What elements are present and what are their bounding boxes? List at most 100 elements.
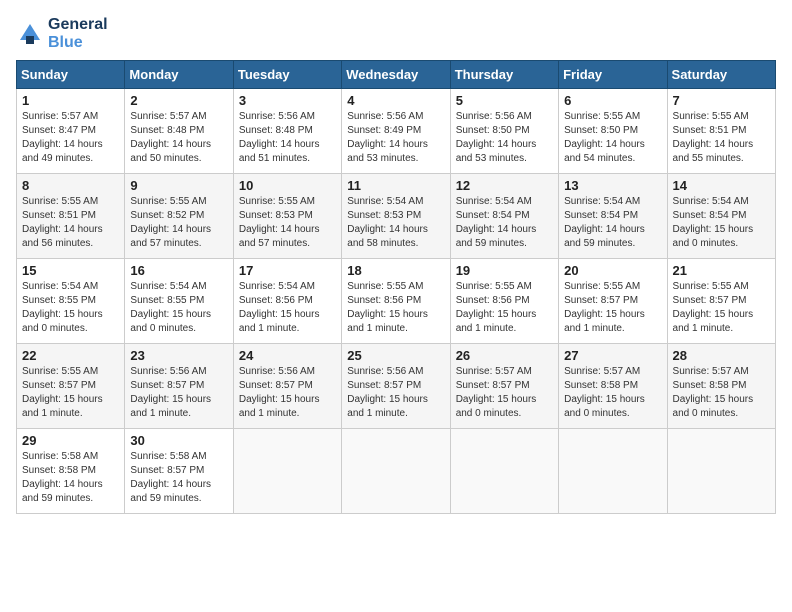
calendar-cell bbox=[450, 429, 558, 514]
day-info: Sunrise: 5:56 AM Sunset: 8:57 PM Dayligh… bbox=[130, 365, 227, 421]
day-info: Sunrise: 5:55 AM Sunset: 8:57 PM Dayligh… bbox=[22, 365, 119, 421]
day-number: 12 bbox=[456, 178, 553, 193]
week-row-1: 1 Sunrise: 5:57 AM Sunset: 8:47 PM Daylig… bbox=[17, 89, 776, 174]
day-number: 29 bbox=[22, 433, 119, 448]
day-info: Sunrise: 5:54 AM Sunset: 8:54 PM Dayligh… bbox=[456, 195, 553, 251]
day-info: Sunrise: 5:55 AM Sunset: 8:52 PM Dayligh… bbox=[130, 195, 227, 251]
day-number: 8 bbox=[22, 178, 119, 193]
day-number: 30 bbox=[130, 433, 227, 448]
day-info: Sunrise: 5:55 AM Sunset: 8:51 PM Dayligh… bbox=[673, 110, 770, 166]
calendar-cell bbox=[342, 429, 450, 514]
calendar-cell: 12 Sunrise: 5:54 AM Sunset: 8:54 PM Dayli… bbox=[450, 174, 558, 259]
calendar-cell: 18Sunrise: 5:55 AM Sunset: 8:56 PM Dayli… bbox=[342, 259, 450, 344]
calendar-cell: 21 Sunrise: 5:55 AM Sunset: 8:57 PM Dayli… bbox=[667, 259, 775, 344]
day-number: 21 bbox=[673, 263, 770, 278]
day-info: Sunrise: 5:55 AM Sunset: 8:50 PM Dayligh… bbox=[564, 110, 661, 166]
day-info: Sunrise: 5:56 AM Sunset: 8:48 PM Dayligh… bbox=[239, 110, 336, 166]
calendar-table: SundayMondayTuesdayWednesdayThursdayFrid… bbox=[16, 60, 776, 514]
day-number: 7 bbox=[673, 93, 770, 108]
day-number: 5 bbox=[456, 93, 553, 108]
calendar-cell: 27 Sunrise: 5:57 AM Sunset: 8:58 PM Dayli… bbox=[559, 344, 667, 429]
day-info: Sunrise: 5:57 AM Sunset: 8:58 PM Dayligh… bbox=[564, 365, 661, 421]
column-header-tuesday: Tuesday bbox=[233, 61, 341, 89]
calendar-cell: 8 Sunrise: 5:55 AM Sunset: 8:51 PM Daylig… bbox=[17, 174, 125, 259]
week-row-3: 15 Sunrise: 5:54 AM Sunset: 8:55 PM Dayli… bbox=[17, 259, 776, 344]
day-number: 10 bbox=[239, 178, 336, 193]
calendar-cell: 22 Sunrise: 5:55 AM Sunset: 8:57 PM Dayli… bbox=[17, 344, 125, 429]
logo-icon bbox=[16, 20, 44, 48]
day-number: 11 bbox=[347, 178, 444, 193]
calendar-cell: 28 Sunrise: 5:57 AM Sunset: 8:58 PM Dayli… bbox=[667, 344, 775, 429]
calendar-cell: 11 Sunrise: 5:54 AM Sunset: 8:53 PM Dayli… bbox=[342, 174, 450, 259]
day-number: 23 bbox=[130, 348, 227, 363]
day-number: 15 bbox=[22, 263, 119, 278]
day-info: Sunrise: 5:55 AM Sunset: 8:56 PM Dayligh… bbox=[456, 280, 553, 336]
day-number: 24 bbox=[239, 348, 336, 363]
day-number: 9 bbox=[130, 178, 227, 193]
calendar-cell: 26 Sunrise: 5:57 AM Sunset: 8:57 PM Dayli… bbox=[450, 344, 558, 429]
week-row-5: 29 Sunrise: 5:58 AM Sunset: 8:58 PM Dayli… bbox=[17, 429, 776, 514]
day-number: 4 bbox=[347, 93, 444, 108]
day-number: 2 bbox=[130, 93, 227, 108]
day-number: 20 bbox=[564, 263, 661, 278]
day-info: Sunrise: 5:55 AM Sunset: 8:57 PM Dayligh… bbox=[673, 280, 770, 336]
calendar-cell: 10 Sunrise: 5:55 AM Sunset: 8:53 PM Dayli… bbox=[233, 174, 341, 259]
calendar-cell: 6 Sunrise: 5:55 AM Sunset: 8:50 PM Daylig… bbox=[559, 89, 667, 174]
day-info: Sunrise: 5:55 AM Sunset: 8:51 PM Dayligh… bbox=[22, 195, 119, 251]
calendar-cell: 3 Sunrise: 5:56 AM Sunset: 8:48 PM Daylig… bbox=[233, 89, 341, 174]
calendar-cell: 16 Sunrise: 5:54 AM Sunset: 8:55 PM Dayli… bbox=[125, 259, 233, 344]
day-number: 3 bbox=[239, 93, 336, 108]
day-number: 27 bbox=[564, 348, 661, 363]
day-info: Sunrise: 5:56 AM Sunset: 8:49 PM Dayligh… bbox=[347, 110, 444, 166]
day-info: Sunrise: 5:54 AM Sunset: 8:55 PM Dayligh… bbox=[130, 280, 227, 336]
day-info: Sunrise: 5:58 AM Sunset: 8:58 PM Dayligh… bbox=[22, 450, 119, 506]
calendar-cell: 15 Sunrise: 5:54 AM Sunset: 8:55 PM Dayli… bbox=[17, 259, 125, 344]
calendar-cell: 1 Sunrise: 5:57 AM Sunset: 8:47 PM Daylig… bbox=[17, 89, 125, 174]
day-info: Sunrise: 5:54 AM Sunset: 8:54 PM Dayligh… bbox=[564, 195, 661, 251]
day-number: 16 bbox=[130, 263, 227, 278]
day-info: Sunrise: 5:55 AM Sunset: 8:57 PM Dayligh… bbox=[564, 280, 661, 336]
day-number: 28 bbox=[673, 348, 770, 363]
logo-text: General Blue bbox=[48, 16, 108, 52]
day-info: Sunrise: 5:57 AM Sunset: 8:47 PM Dayligh… bbox=[22, 110, 119, 166]
week-row-4: 22 Sunrise: 5:55 AM Sunset: 8:57 PM Dayli… bbox=[17, 344, 776, 429]
day-info: Sunrise: 5:57 AM Sunset: 8:48 PM Dayligh… bbox=[130, 110, 227, 166]
day-info: Sunrise: 5:57 AM Sunset: 8:57 PM Dayligh… bbox=[456, 365, 553, 421]
calendar-cell: 17Sunrise: 5:54 AM Sunset: 8:56 PM Dayli… bbox=[233, 259, 341, 344]
logo: General Blue bbox=[16, 16, 108, 52]
calendar-cell: 19Sunrise: 5:55 AM Sunset: 8:56 PM Dayli… bbox=[450, 259, 558, 344]
calendar-cell bbox=[233, 429, 341, 514]
calendar-cell: 29 Sunrise: 5:58 AM Sunset: 8:58 PM Dayli… bbox=[17, 429, 125, 514]
day-number: 26 bbox=[456, 348, 553, 363]
day-number: 6 bbox=[564, 93, 661, 108]
calendar-cell bbox=[559, 429, 667, 514]
day-number: 17 bbox=[239, 263, 336, 278]
week-row-2: 8 Sunrise: 5:55 AM Sunset: 8:51 PM Daylig… bbox=[17, 174, 776, 259]
calendar-cell: 2 Sunrise: 5:57 AM Sunset: 8:48 PM Daylig… bbox=[125, 89, 233, 174]
column-header-monday: Monday bbox=[125, 61, 233, 89]
page-header: General Blue bbox=[16, 16, 776, 52]
calendar-cell: 9 Sunrise: 5:55 AM Sunset: 8:52 PM Daylig… bbox=[125, 174, 233, 259]
day-info: Sunrise: 5:54 AM Sunset: 8:53 PM Dayligh… bbox=[347, 195, 444, 251]
day-number: 13 bbox=[564, 178, 661, 193]
column-header-thursday: Thursday bbox=[450, 61, 558, 89]
calendar-cell: 24 Sunrise: 5:56 AM Sunset: 8:57 PM Dayli… bbox=[233, 344, 341, 429]
calendar-cell: 5 Sunrise: 5:56 AM Sunset: 8:50 PM Daylig… bbox=[450, 89, 558, 174]
calendar-cell: 23 Sunrise: 5:56 AM Sunset: 8:57 PM Dayli… bbox=[125, 344, 233, 429]
calendar-cell: 20 Sunrise: 5:55 AM Sunset: 8:57 PM Dayli… bbox=[559, 259, 667, 344]
calendar-cell: 25Sunrise: 5:56 AM Sunset: 8:57 PM Dayli… bbox=[342, 344, 450, 429]
calendar-cell bbox=[667, 429, 775, 514]
day-info: Sunrise: 5:57 AM Sunset: 8:58 PM Dayligh… bbox=[673, 365, 770, 421]
day-info: Sunrise: 5:56 AM Sunset: 8:57 PM Dayligh… bbox=[347, 365, 444, 421]
column-header-saturday: Saturday bbox=[667, 61, 775, 89]
day-info: Sunrise: 5:55 AM Sunset: 8:53 PM Dayligh… bbox=[239, 195, 336, 251]
day-number: 1 bbox=[22, 93, 119, 108]
day-info: Sunrise: 5:58 AM Sunset: 8:57 PM Dayligh… bbox=[130, 450, 227, 506]
day-info: Sunrise: 5:56 AM Sunset: 8:57 PM Dayligh… bbox=[239, 365, 336, 421]
day-number: 22 bbox=[22, 348, 119, 363]
day-info: Sunrise: 5:55 AM Sunset: 8:56 PM Dayligh… bbox=[347, 280, 444, 336]
column-header-sunday: Sunday bbox=[17, 61, 125, 89]
day-info: Sunrise: 5:56 AM Sunset: 8:50 PM Dayligh… bbox=[456, 110, 553, 166]
calendar-cell: 7 Sunrise: 5:55 AM Sunset: 8:51 PM Daylig… bbox=[667, 89, 775, 174]
day-info: Sunrise: 5:54 AM Sunset: 8:55 PM Dayligh… bbox=[22, 280, 119, 336]
